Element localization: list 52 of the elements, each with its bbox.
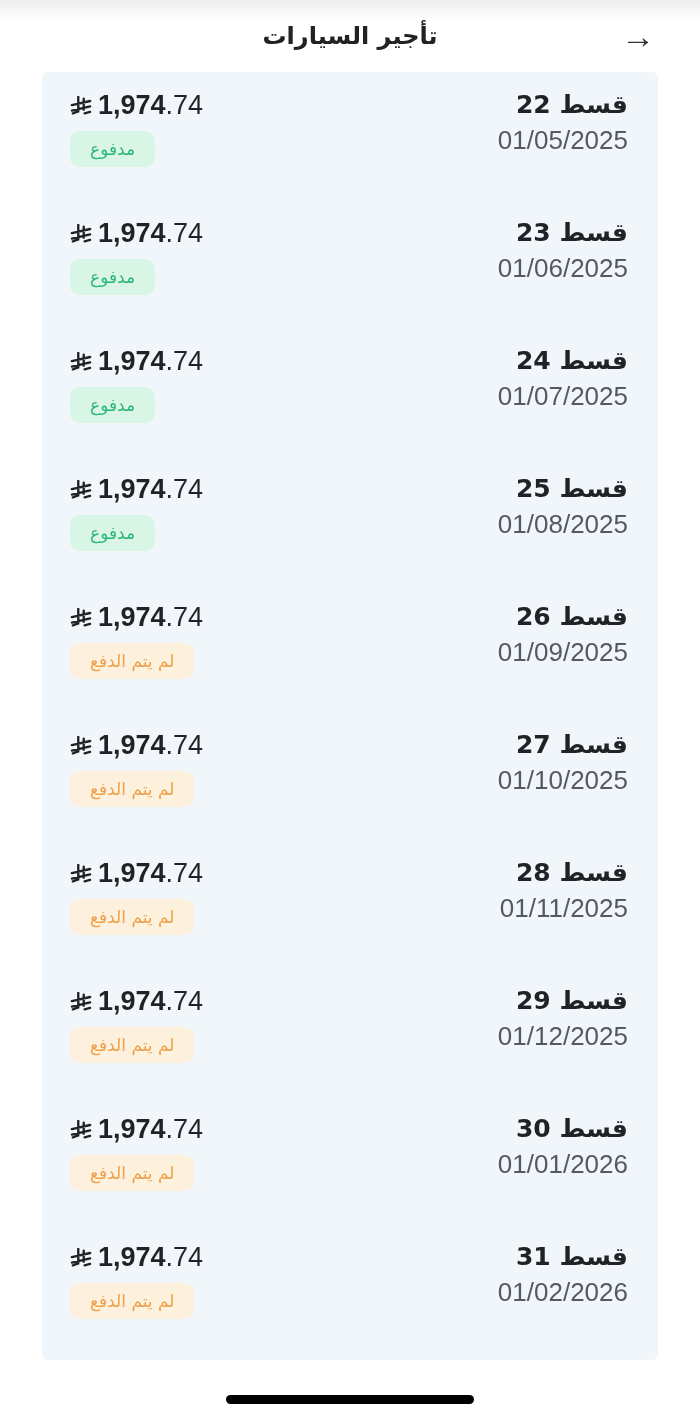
due-date: 01/02/2026 xyxy=(497,1277,628,1308)
status-badge: مدفوع xyxy=(70,387,156,423)
installment-title: قسط 22 xyxy=(515,90,628,119)
amount-text: 1,974.74 xyxy=(98,1114,204,1145)
due-date: 01/05/2025 xyxy=(497,125,628,156)
amount-text: 1,974.74 xyxy=(98,1242,204,1273)
due-date: 01/12/2025 xyxy=(497,1021,628,1052)
due-date: 01/06/2025 xyxy=(497,253,628,284)
status-badge: مدفوع xyxy=(70,259,156,295)
status-badge: مدفوع xyxy=(70,515,156,551)
installment-title: قسط 25 xyxy=(515,474,628,503)
riyal-icon xyxy=(70,223,92,244)
installment-title: قسط 28 xyxy=(515,858,628,887)
riyal-icon xyxy=(70,1119,92,1140)
installment-title: قسط 26 xyxy=(515,602,628,631)
riyal-icon xyxy=(70,479,92,500)
riyal-icon xyxy=(70,351,92,372)
page-title: تأجير السيارات xyxy=(262,22,438,50)
status-badge: لم يتم الدفع xyxy=(70,899,195,935)
status-badge: لم يتم الدفع xyxy=(70,1155,195,1191)
due-date: 01/07/2025 xyxy=(497,381,628,412)
installment-title: قسط 24 xyxy=(515,346,628,375)
amount-text: 1,974.74 xyxy=(98,602,204,633)
status-badge: لم يتم الدفع xyxy=(70,1283,195,1319)
due-date: 01/09/2025 xyxy=(497,637,628,668)
amount-text: 1,974.74 xyxy=(98,730,204,761)
amount-text: 1,974.74 xyxy=(98,90,204,121)
installment-title: قسط 31 xyxy=(515,1242,628,1271)
status-badge: مدفوع xyxy=(70,131,156,167)
riyal-icon xyxy=(70,607,92,628)
status-badge: لم يتم الدفع xyxy=(70,771,195,807)
amount-text: 1,974.74 xyxy=(98,474,204,505)
due-date: 01/11/2025 xyxy=(499,893,628,924)
status-badge: لم يتم الدفع xyxy=(70,1027,195,1063)
due-date: 01/10/2025 xyxy=(497,765,628,796)
riyal-icon xyxy=(70,1247,92,1268)
due-date: 01/01/2026 xyxy=(497,1149,628,1180)
amount-text: 1,974.74 xyxy=(98,218,204,249)
riyal-icon xyxy=(70,991,92,1012)
amount-text: 1,974.74 xyxy=(98,346,204,377)
installment-title: قسط 29 xyxy=(515,986,628,1015)
riyal-icon xyxy=(70,95,92,116)
amount-text: 1,974.74 xyxy=(98,986,204,1017)
amount-text: 1,974.74 xyxy=(98,858,204,889)
riyal-icon xyxy=(70,735,92,756)
back-button[interactable]: → xyxy=(618,19,658,53)
installment-title: قسط 30 xyxy=(515,1114,628,1143)
installment-title: قسط 23 xyxy=(515,218,628,247)
due-date: 01/08/2025 xyxy=(497,509,628,540)
riyal-icon xyxy=(70,863,92,884)
status-badge: لم يتم الدفع xyxy=(70,643,195,679)
installment-title: قسط 27 xyxy=(515,730,628,759)
